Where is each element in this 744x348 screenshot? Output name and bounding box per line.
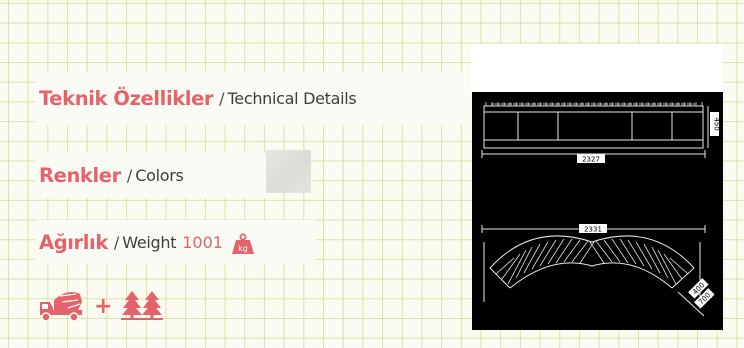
bench-plan-outer-arc <box>489 235 695 269</box>
technical-drawing: 2327 450 2331 400 700 <box>472 92 723 330</box>
colors-subtitle: Colors <box>135 166 184 185</box>
plus-sign: + <box>94 294 113 319</box>
weight-subtitle: Weight <box>122 232 177 252</box>
colors-heading: Renkler / Colors <box>35 153 269 198</box>
technical-subtitle: Technical Details <box>227 89 357 108</box>
top-height-label: 450 <box>713 117 721 130</box>
color-swatch[interactable] <box>266 150 311 193</box>
concrete-mixer-truck-icon <box>38 288 84 326</box>
drawing-header-blank <box>471 44 723 92</box>
technical-title: Teknik Özellikler <box>39 87 214 110</box>
pine-trees-icon <box>120 289 164 325</box>
kg-weight-icon: kg <box>231 233 255 259</box>
top-width-label: 2327 <box>582 156 600 164</box>
kg-unit-label: kg <box>238 244 248 253</box>
weight-value: 1001 <box>182 232 223 252</box>
colors-title: Renkler <box>39 164 121 187</box>
transport-row: + <box>38 288 164 326</box>
slash-separator: / <box>219 89 225 108</box>
slash-separator: / <box>113 232 120 252</box>
slash-separator: / <box>126 166 133 185</box>
bottom-width-label: 2331 <box>584 226 602 234</box>
weight-heading: Ağırlık / Weight 1001 kg <box>35 220 315 264</box>
weight-title: Ağırlık <box>39 230 108 254</box>
bench-plan-inner-arc <box>509 262 673 289</box>
technical-details-heading: Teknik Özellikler / Technical Details <box>35 72 479 125</box>
